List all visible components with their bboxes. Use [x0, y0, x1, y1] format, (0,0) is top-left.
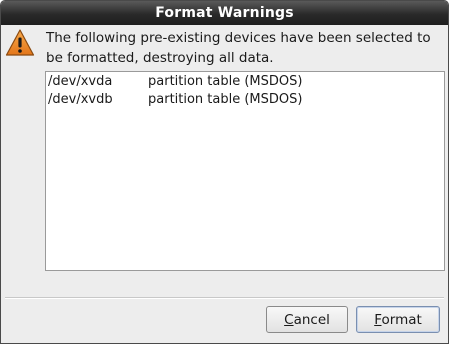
- cancel-mnemonic: C: [284, 312, 294, 328]
- cancel-button[interactable]: Cancel: [266, 306, 348, 333]
- format-warnings-dialog: Format Warnings The following pre-existi…: [0, 0, 449, 344]
- button-separator: [5, 297, 444, 299]
- format-label: ormat: [381, 312, 422, 328]
- cancel-label: ancel: [293, 312, 330, 328]
- device-description: partition table (MSDOS): [148, 92, 303, 107]
- device-description: partition table (MSDOS): [148, 74, 303, 89]
- warning-message: The following pre-existing devices have …: [46, 30, 431, 66]
- format-button[interactable]: Format: [356, 306, 440, 333]
- list-item[interactable]: /dev/xvdb partition table (MSDOS): [46, 91, 444, 109]
- dialog-title[interactable]: Format Warnings: [1, 1, 448, 25]
- device-name: /dev/xvda: [48, 74, 113, 89]
- device-name: /dev/xvdb: [48, 92, 113, 107]
- warning-triangle-icon: [5, 28, 35, 58]
- list-item[interactable]: /dev/xvda partition table (MSDOS): [46, 73, 444, 91]
- format-mnemonic: F: [374, 312, 382, 328]
- device-list[interactable]: /dev/xvda partition table (MSDOS) /dev/x…: [45, 71, 445, 271]
